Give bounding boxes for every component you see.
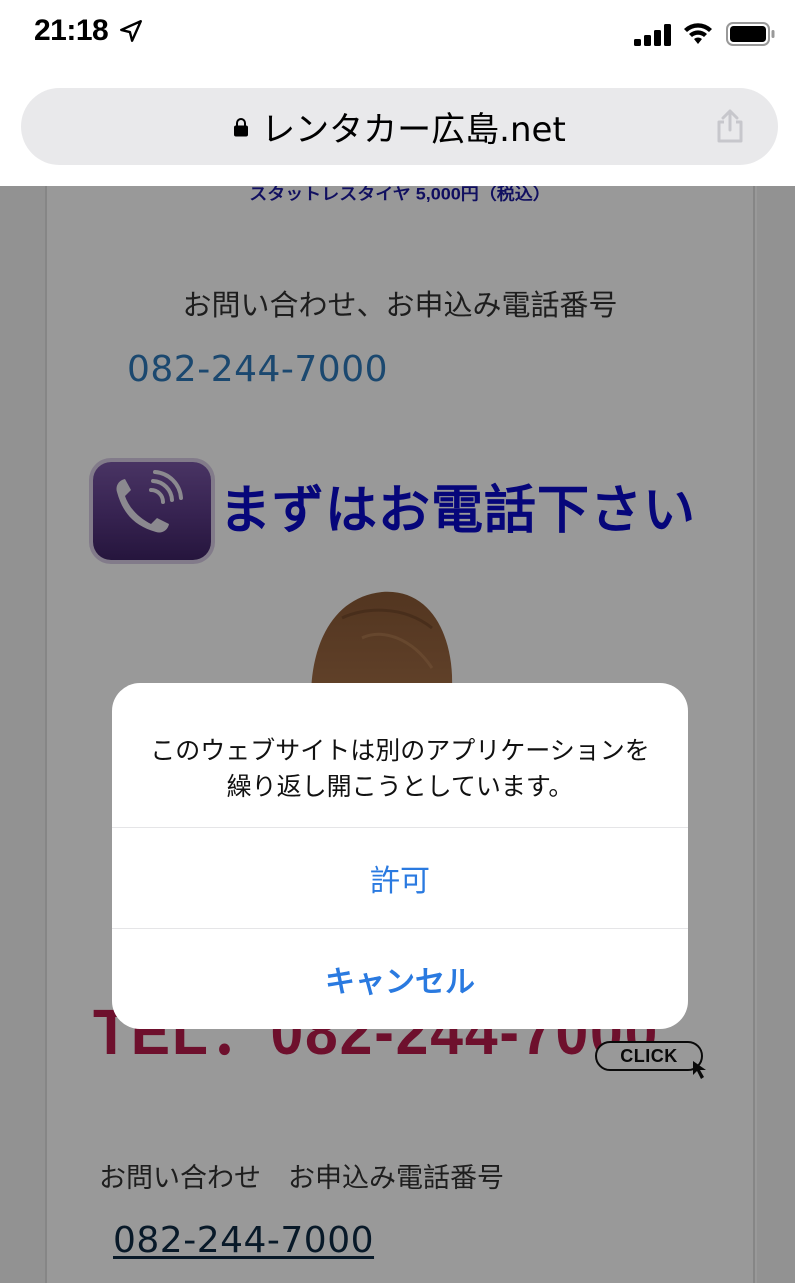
phone-screen: 21:18 レンタカー広島.net スタットレスタイヤ 5,000円（税込） お…	[0, 0, 795, 1283]
url-display[interactable]: レンタカー広島.net	[21, 88, 778, 165]
url-text: レンタカー広島.net	[261, 110, 566, 150]
share-icon[interactable]	[712, 108, 748, 144]
status-bar: 21:18	[0, 0, 795, 66]
wifi-icon	[684, 23, 712, 44]
address-bar[interactable]: レンタカー広島.net	[21, 88, 778, 165]
allow-button[interactable]: 許可	[112, 828, 688, 928]
alert-message: このウェブサイトは別のアプリケーションを繰り返し開こうとしています。	[150, 736, 650, 801]
cancel-button[interactable]: キャンセル	[112, 929, 688, 1029]
cellular-signal-icon	[634, 24, 671, 46]
battery-icon	[726, 22, 775, 46]
status-time: 21:18	[34, 14, 109, 47]
location-arrow-icon	[120, 20, 142, 42]
alert-dialog: このウェブサイトは別のアプリケーションを繰り返し開こうとしています。 許可 キャ…	[112, 683, 688, 1029]
lock-icon	[234, 117, 249, 136]
